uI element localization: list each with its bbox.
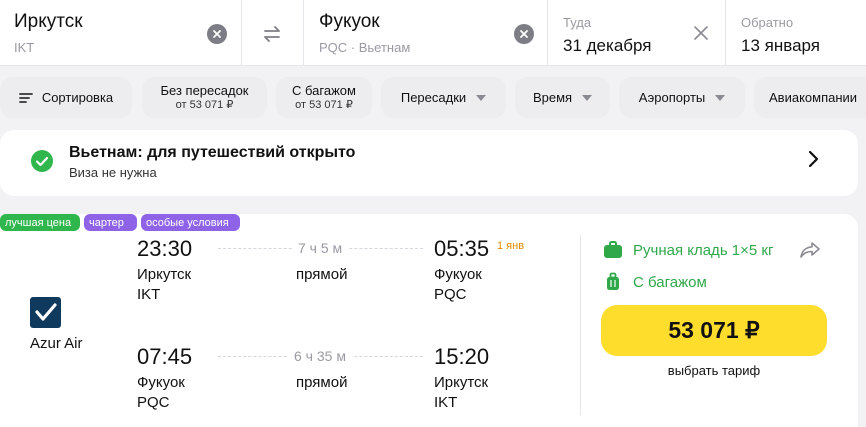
sort-icon <box>18 92 33 103</box>
inbound-departure-code: PQC <box>137 394 170 411</box>
nonstop-filter[interactable]: Без пересадок от 53 071 ₽ <box>142 77 267 118</box>
clear-date-icon[interactable] <box>692 24 710 42</box>
special-conditions-badge: особые условия <box>141 214 240 231</box>
destination-field[interactable]: Фукуок PQC · Вьетнам <box>304 0 548 66</box>
transfers-filter[interactable]: Пересадки <box>381 77 506 118</box>
check-circle-icon <box>31 150 53 172</box>
depart-date: 31 декабря <box>563 36 652 55</box>
return-label: Обратно <box>741 15 794 30</box>
transfers-label: Пересадки <box>400 90 467 105</box>
outbound-departure-time: 23:30 <box>137 236 193 261</box>
time-filter[interactable]: Время <box>515 77 610 118</box>
airports-label: Аэропорты <box>638 90 706 105</box>
airlines-filter[interactable]: Авиакомпании <box>754 77 866 118</box>
share-icon[interactable] <box>799 239 821 261</box>
checked-baggage-info: С багажом <box>603 272 707 292</box>
charter-badge: чартер <box>84 214 137 231</box>
outbound-arrival-time: 05:35 <box>434 236 490 261</box>
origin-code: IKT <box>14 40 35 55</box>
checked-baggage-label: С багажом <box>633 273 707 291</box>
airlines-label: Авиакомпании <box>769 90 858 105</box>
inbound-departure-city: Фукуок <box>137 374 185 391</box>
outbound-arrival-code: PQC <box>434 286 467 303</box>
return-date: 13 января <box>741 36 820 55</box>
depart-label: Туда <box>563 15 592 30</box>
inbound-arrival-city: Иркутск <box>434 374 489 391</box>
inbound-stops: прямой <box>296 374 348 391</box>
best-price-badge: лучшая цена <box>0 214 80 231</box>
sort-label: Сортировка <box>41 90 114 105</box>
baggage-price: от 53 071 ₽ <box>295 98 353 111</box>
airports-filter[interactable]: Аэропорты <box>619 77 745 118</box>
visa-subtitle: Виза не нужна <box>69 165 157 180</box>
outbound-arrival-city: Фукуок <box>434 266 482 283</box>
destination-city: Фукуок <box>319 11 380 32</box>
airline-name: Azur Air <box>30 335 83 352</box>
chevron-down-icon <box>582 94 593 101</box>
outbound-duration: 7 ч 5 м <box>292 240 349 256</box>
nonstop-price: от 53 071 ₽ <box>175 98 234 111</box>
baggage-filter[interactable]: С багажом от 53 071 ₽ <box>276 77 372 118</box>
briefcase-icon <box>604 241 622 258</box>
inbound-departure-time: 07:45 <box>137 344 193 369</box>
clear-origin-icon[interactable] <box>207 24 227 44</box>
outbound-departure-city: Иркутск <box>137 266 192 283</box>
outbound-stops: прямой <box>296 266 348 283</box>
hand-luggage-info: Ручная кладь 1×5 кг <box>603 240 773 260</box>
outbound-departure-code: IKT <box>137 286 161 303</box>
visa-title: Вьетнам: для путешествий открыто <box>69 144 356 161</box>
price-button[interactable]: 53 071 ₽ <box>601 305 827 356</box>
nonstop-label: Без пересадок <box>160 82 249 98</box>
suitcase-icon <box>607 272 619 290</box>
sort-button[interactable]: Сортировка <box>0 77 132 118</box>
inbound-duration: 6 ч 35 м <box>288 348 352 364</box>
visa-info-card[interactable]: Вьетнам: для путешествий открыто Виза не… <box>0 130 858 196</box>
origin-field[interactable]: Иркутск IKT <box>0 0 242 66</box>
chevron-right-icon <box>808 150 819 168</box>
airline-logo <box>30 297 61 328</box>
clear-destination-icon[interactable] <box>514 24 534 44</box>
baggage-label: С багажом <box>292 82 356 98</box>
swap-icon[interactable] <box>260 22 284 46</box>
hand-luggage-label: Ручная кладь 1×5 кг <box>633 241 774 259</box>
origin-city: Иркутск <box>14 11 83 32</box>
swap-field <box>242 0 304 66</box>
inbound-arrival-code: IKT <box>434 394 458 411</box>
card-divider <box>580 235 581 415</box>
depart-date-field[interactable]: Туда 31 декабря <box>548 0 726 66</box>
time-label: Время <box>532 90 573 105</box>
return-date-field[interactable]: Обратно 13 января <box>726 0 866 66</box>
search-bar: Иркутск IKT Фукуок PQC · Вьетнам Туда 31… <box>0 0 866 66</box>
outbound-arrival-date-note: 1 янв <box>497 240 525 252</box>
select-tariff-link[interactable]: выбрать тариф <box>601 363 827 378</box>
inbound-arrival-time: 15:20 <box>434 344 490 369</box>
chevron-down-icon <box>476 94 487 101</box>
destination-code: PQC · Вьетнам <box>319 40 411 55</box>
chevron-down-icon <box>715 94 726 101</box>
